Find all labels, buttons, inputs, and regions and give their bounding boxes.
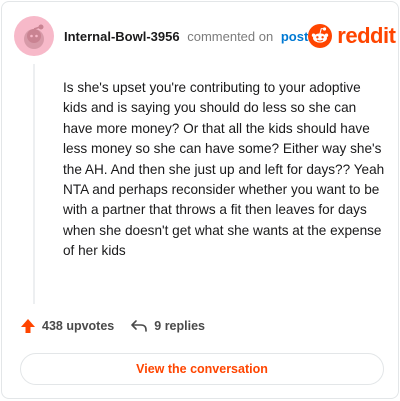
thread-line [33,64,35,304]
reddit-brand[interactable]: reddit [308,23,396,49]
replies-button[interactable]: 9 replies [130,318,205,334]
view-conversation-label: View the conversation [136,362,268,376]
snoo-avatar-icon[interactable] [14,16,54,56]
post-link[interactable]: post [281,29,308,44]
reddit-wordmark: reddit [337,23,396,48]
comment-body: Is she's upset you're contributing to yo… [63,80,385,259]
username-link[interactable]: Internal-Bowl-3956 [64,29,180,44]
comment-meta: Internal-Bowl-3956 commented on post [64,29,308,44]
upvote-arrow-icon [21,319,35,333]
reply-arrow-icon [131,320,148,332]
reddit-logo-icon [308,24,333,48]
upvote-button[interactable]: 438 upvotes [20,318,114,334]
comment-actions: 438 upvotes 9 replies [20,318,205,334]
upvote-count: 438 upvotes [42,319,115,333]
comment-card: Internal-Bowl-3956 commented on post red… [1,1,399,399]
comment-header: Internal-Bowl-3956 commented on post red… [14,14,396,58]
view-conversation-button[interactable]: View the conversation [20,353,384,385]
commented-on-label: commented on [187,28,274,44]
reply-count: 9 replies [154,319,205,333]
